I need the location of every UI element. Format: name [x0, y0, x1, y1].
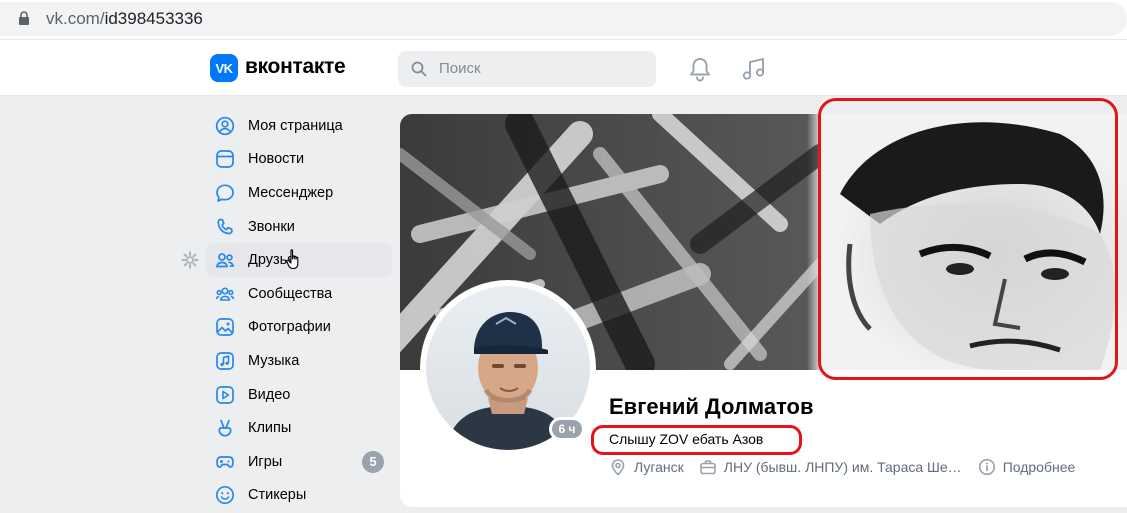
red-annotation-status [591, 425, 802, 455]
smile-icon [215, 486, 235, 505]
bell-icon[interactable] [688, 56, 712, 82]
communities-icon [215, 287, 235, 301]
left-navigation: Моя страница Новости Мессенджер Звонки Д… [206, 109, 392, 512]
briefcase-icon [699, 460, 716, 475]
sidebar-item-clips[interactable]: Клипы [206, 411, 392, 445]
sidebar-item-label: Фотографии [248, 319, 331, 336]
sidebar-item-video[interactable]: Видео [206, 378, 392, 412]
search-input[interactable]: Поиск [398, 51, 656, 87]
music-icon[interactable] [741, 56, 767, 82]
sidebar-item-stickers[interactable]: Стикеры [206, 479, 392, 513]
red-annotation-cover [818, 98, 1118, 380]
lock-icon[interactable] [18, 11, 30, 25]
sidebar-item-label: Игры [248, 453, 283, 470]
vk-logo-text[interactable]: вконтакте [245, 55, 346, 79]
vk-top-bar: VK вконтакте Поиск [0, 40, 1127, 96]
search-placeholder: Поиск [439, 60, 481, 77]
last-seen-badge: 6 ч [549, 417, 585, 441]
sidebar-item-label: Сообщества [248, 285, 333, 302]
video-icon [216, 385, 234, 404]
sidebar-item-label: Стикеры [248, 487, 307, 504]
clips-icon [218, 419, 232, 437]
profile-info-line: Луганск ЛНУ (бывш. ЛНПУ) им. Тараса Ше… … [609, 457, 1075, 477]
sidebar-item-my-page[interactable]: Моя страница [206, 109, 392, 143]
location-pin-icon [611, 459, 625, 476]
sidebar-item-news[interactable]: Новости [206, 143, 392, 177]
friends-icon [215, 253, 235, 268]
city-item[interactable]: Луганск [609, 458, 684, 476]
education-text: ЛНУ (бывш. ЛНПУ) им. Тараса Ше… [723, 459, 962, 475]
user-circle-icon [215, 116, 235, 135]
sidebar-item-photos[interactable]: Фотографии [206, 311, 392, 345]
browser-address-bar: vk.com/id398453336 [0, 0, 1127, 40]
vk-logo[interactable]: VK [210, 54, 238, 82]
education-item[interactable]: ЛНУ (бывш. ЛНПУ) им. Тараса Ше… [699, 458, 962, 476]
profile-name: Евгений Долматов [609, 394, 814, 419]
gamepad-icon [216, 455, 234, 468]
message-icon [216, 184, 234, 202]
city-text: Луганск [634, 459, 684, 475]
music-note-icon [216, 352, 234, 370]
more-details-link[interactable]: Подробнее [978, 458, 1076, 476]
phone-icon [217, 218, 233, 234]
sidebar-item-label: Новости [248, 151, 305, 168]
sidebar-item-messenger[interactable]: Мессенджер [206, 176, 392, 210]
sidebar-item-label: Мессенджер [248, 184, 334, 201]
games-counter-badge: 5 [362, 450, 384, 473]
sidebar-item-label: Звонки [248, 218, 295, 235]
sidebar-item-label: Моя страница [248, 117, 343, 134]
photo-icon [216, 318, 234, 337]
gear-icon[interactable] [181, 251, 199, 269]
last-seen-text: 6 ч [552, 420, 582, 438]
sidebar-item-label: Видео [248, 386, 291, 403]
news-icon [216, 150, 234, 169]
sidebar-item-label: Музыка [248, 352, 300, 369]
sidebar-item-music[interactable]: Музыка [206, 344, 392, 378]
more-details-text: Подробнее [1002, 459, 1076, 475]
url-text[interactable]: vk.com/id398453336 [46, 9, 203, 29]
sidebar-item-games[interactable]: Игры 5 [206, 445, 392, 479]
hand-cursor-icon [286, 249, 299, 270]
sidebar-item-label: Клипы [248, 420, 292, 437]
sidebar-item-calls[interactable]: Звонки [206, 210, 392, 244]
search-icon [411, 61, 427, 77]
info-icon [978, 458, 995, 476]
sidebar-item-communities[interactable]: Сообщества [206, 277, 392, 311]
